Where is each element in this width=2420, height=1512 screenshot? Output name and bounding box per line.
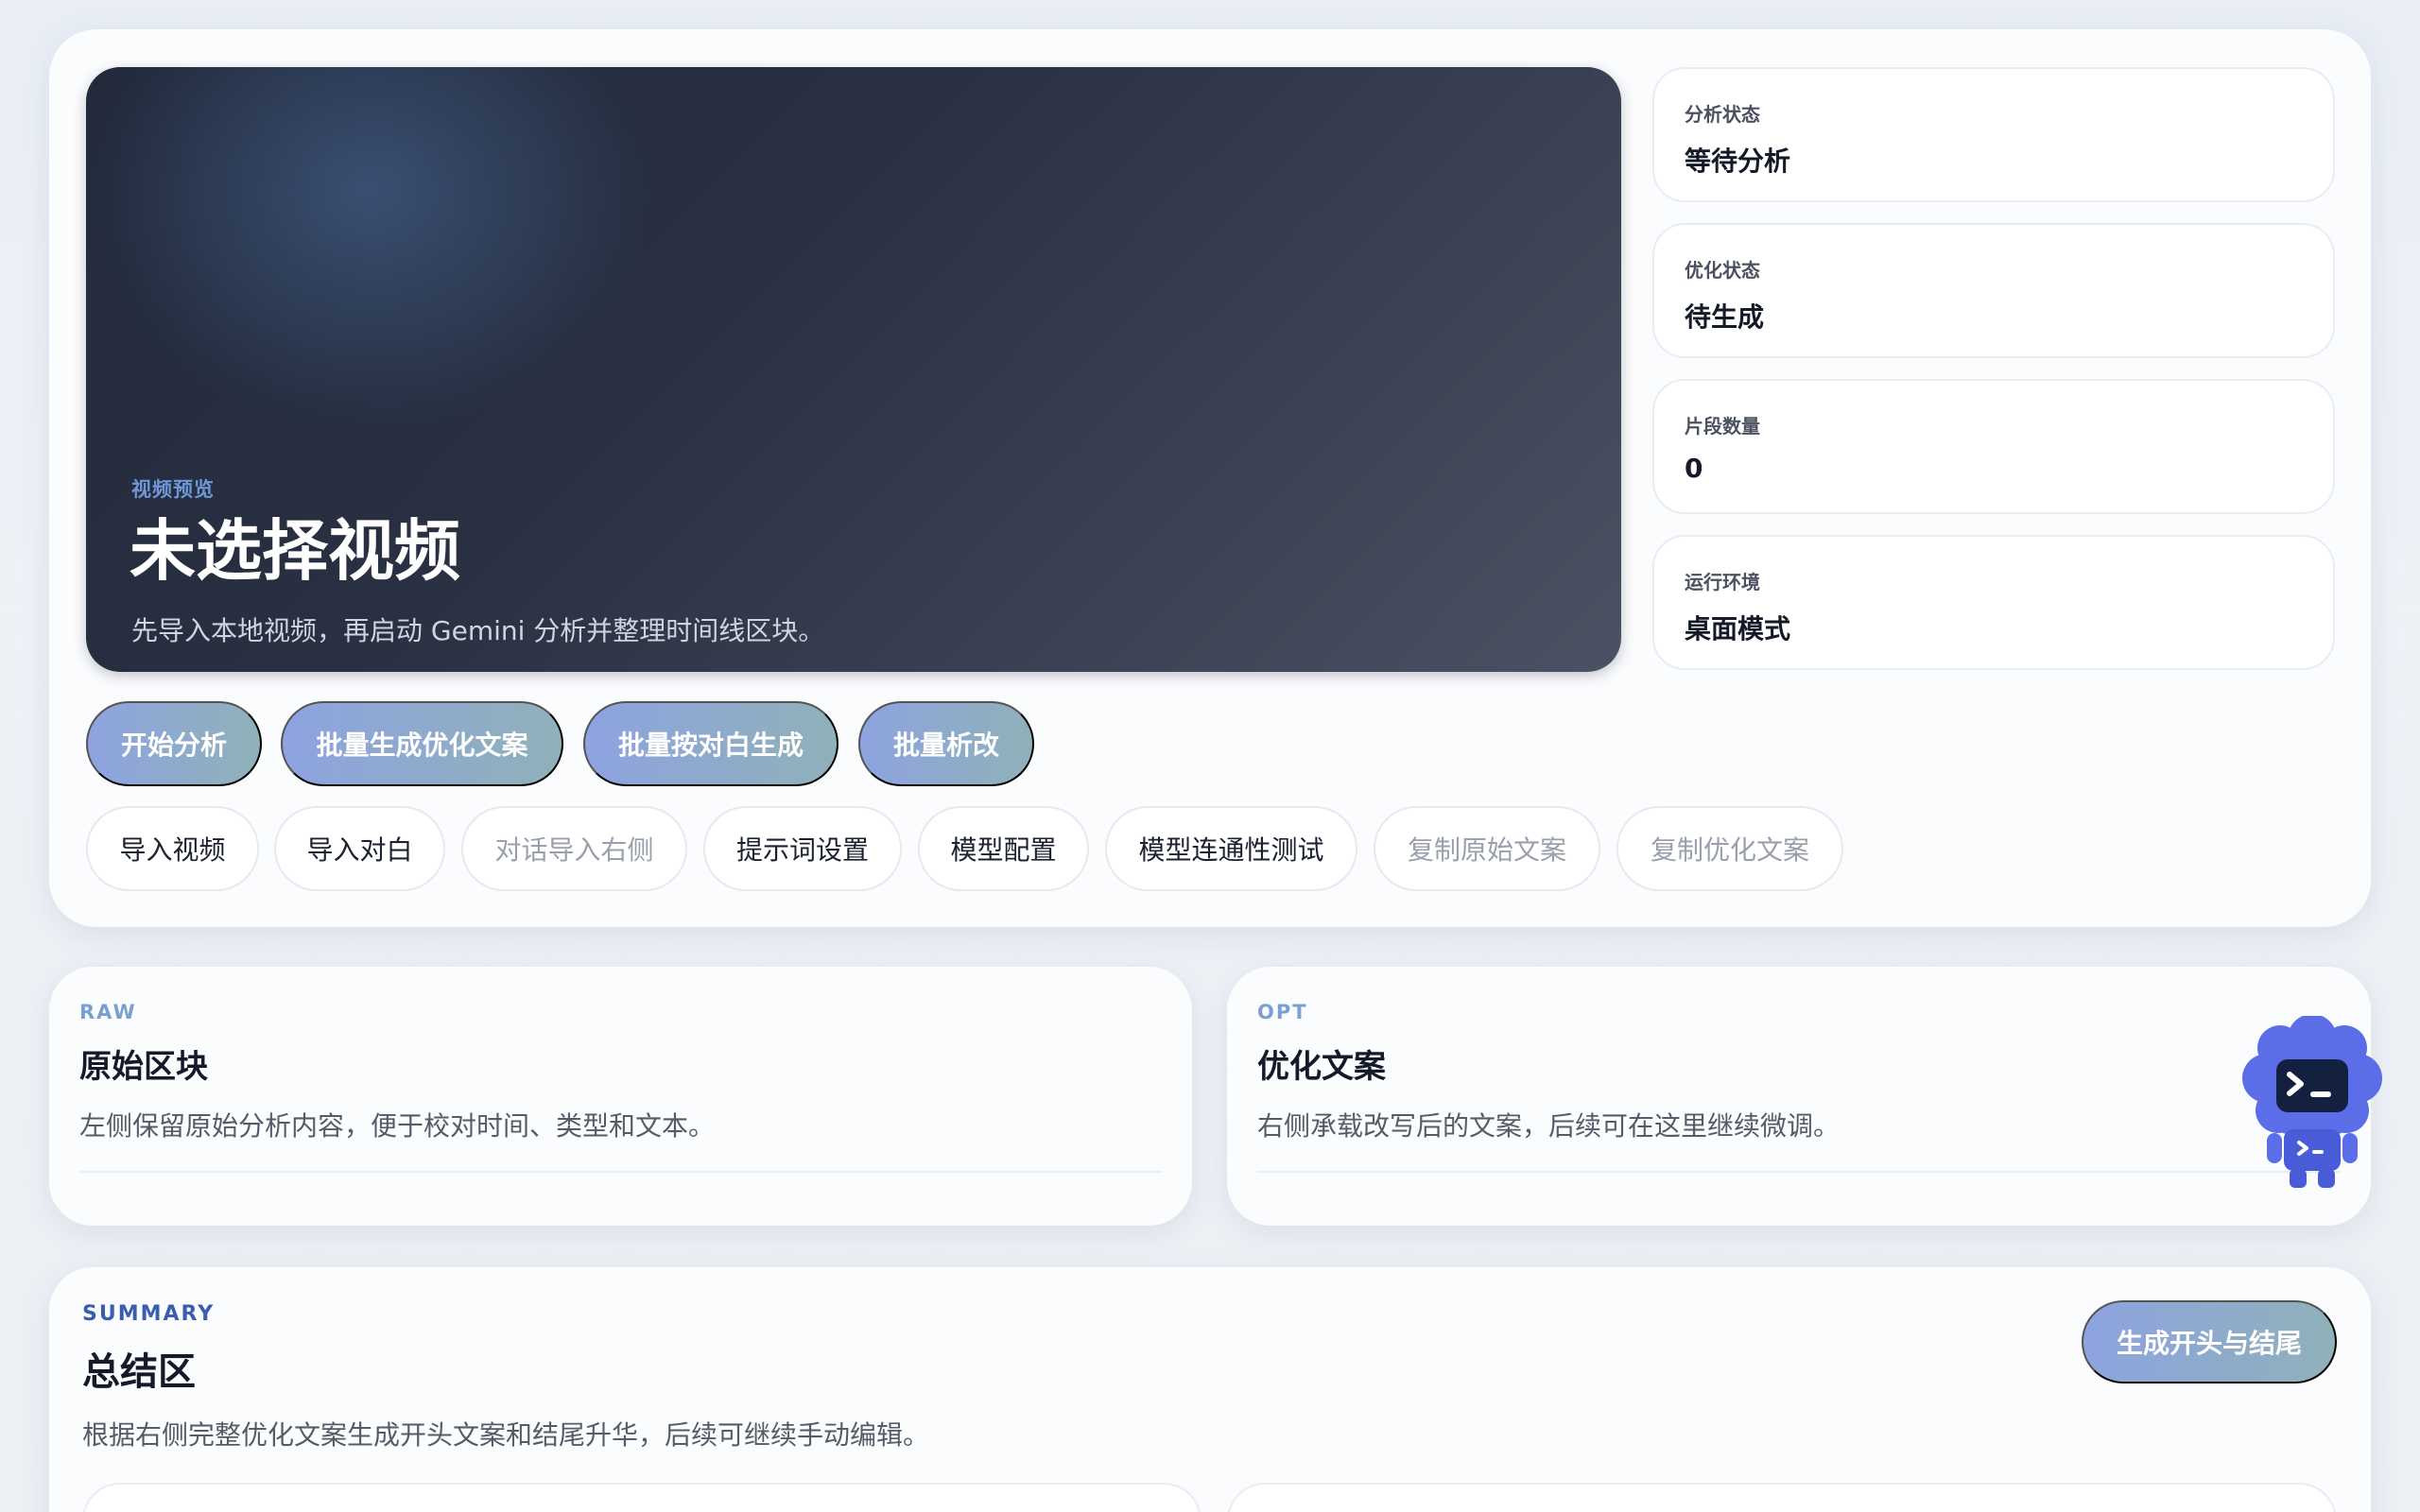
status-label: 分析状态 — [1685, 103, 1760, 126]
summary-title: 总结区 — [82, 1350, 196, 1394]
status-value: 等待分析 — [1685, 146, 1791, 177]
status-value: 桌面模式 — [1685, 613, 1791, 644]
robot-mascot-icon[interactable] — [2238, 1014, 2386, 1192]
optimized-copy-panel: OPT 优化文案 右侧承载改写后的文案，后续可在这里继续微调。 — [1227, 967, 2371, 1226]
status-label: 片段数量 — [1685, 415, 1760, 438]
status-card-segment-count: 片段数量 0 — [1652, 379, 2335, 514]
video-preview-description: 先导入本地视频，再启动 Gemini 分析并整理时间线区块。 — [131, 615, 825, 646]
raw-panel-eyebrow: RAW — [79, 1001, 137, 1023]
batch-optimize-button[interactable]: 批量生成优化文案 — [281, 701, 563, 786]
opt-panel-description: 右侧承载改写后的文案，后续可在这里继续微调。 — [1257, 1110, 1841, 1142]
model-connectivity-test-button[interactable]: 模型连通性测试 — [1105, 806, 1357, 891]
start-analysis-button[interactable]: 开始分析 — [86, 701, 262, 786]
video-preview-title: 未选择视频 — [130, 512, 460, 590]
import-dialogue-button[interactable]: 导入对白 — [274, 806, 445, 891]
video-preview[interactable]: 视频预览 未选择视频 先导入本地视频，再启动 Gemini 分析并整理时间线区块… — [86, 67, 1621, 672]
status-value: 待生成 — [1685, 301, 1765, 333]
copy-raw-text-button[interactable]: 复制原始文案 — [1374, 806, 1600, 891]
copy-optimized-text-button[interactable]: 复制优化文案 — [1616, 806, 1843, 891]
status-label: 运行环境 — [1685, 571, 1760, 593]
generate-intro-outro-button[interactable]: 生成开头与结尾 — [2082, 1300, 2337, 1383]
summary-description: 根据右侧完整优化文案生成开头文案和结尾升华，后续可继续手动编辑。 — [82, 1419, 930, 1451]
summary-eyebrow: SUMMARY — [82, 1302, 216, 1326]
divider — [1257, 1171, 2341, 1173]
opt-panel-eyebrow: OPT — [1257, 1001, 1308, 1023]
prompt-settings-button[interactable]: 提示词设置 — [703, 806, 902, 891]
outro-text-box[interactable] — [1227, 1483, 2337, 1512]
video-workspace-card: 视频预览 未选择视频 先导入本地视频，再启动 Gemini 分析并整理时间线区块… — [49, 29, 2371, 927]
video-preview-eyebrow: 视频预览 — [131, 478, 215, 501]
raw-blocks-panel: RAW 原始区块 左侧保留原始分析内容，便于校对时间、类型和文本。 — [49, 967, 1192, 1226]
raw-panel-title: 原始区块 — [79, 1048, 208, 1086]
batch-rewrite-button[interactable]: 批量析改 — [858, 701, 1034, 786]
summary-card: SUMMARY 总结区 根据右侧完整优化文案生成开头文案和结尾升华，后续可继续手… — [49, 1267, 2371, 1512]
import-video-button[interactable]: 导入视频 — [86, 806, 259, 891]
opt-panel-title: 优化文案 — [1257, 1048, 1386, 1086]
status-value: 0 — [1685, 453, 1703, 484]
status-card-optimize: 优化状态 待生成 — [1652, 223, 2335, 358]
batch-dialogue-generate-button[interactable]: 批量按对白生成 — [583, 701, 838, 786]
model-config-button[interactable]: 模型配置 — [918, 806, 1089, 891]
intro-text-box[interactable] — [82, 1483, 1201, 1512]
status-card-runtime: 运行环境 桌面模式 — [1652, 535, 2335, 670]
status-label: 优化状态 — [1685, 259, 1760, 282]
robot-mascot-graphic — [2242, 1014, 2382, 1188]
dialogue-import-right-button[interactable]: 对话导入右侧 — [461, 806, 687, 891]
divider — [79, 1171, 1162, 1173]
raw-panel-description: 左侧保留原始分析内容，便于校对时间、类型和文本。 — [79, 1110, 716, 1142]
status-card-analysis: 分析状态 等待分析 — [1652, 67, 2335, 202]
